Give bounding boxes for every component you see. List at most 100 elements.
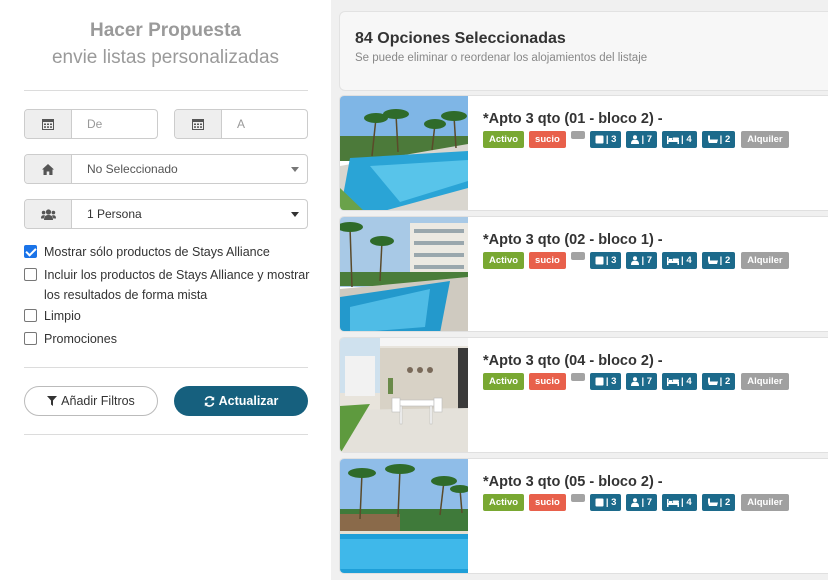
empty-badge	[570, 131, 585, 139]
sidebar-title: Hacer Propuesta	[89, 20, 241, 41]
checkbox-icon[interactable]	[24, 268, 37, 281]
listing-photo[interactable]	[340, 96, 468, 211]
checkbox-stays-alliance-only[interactable]: Mostrar sólo productos de Stays Alliance	[24, 242, 270, 262]
checkbox-clean[interactable]: Limpio	[24, 306, 81, 326]
listing-card[interactable]: *Apto 3 qto (05 - bloco 2) - Activo suci…	[339, 458, 828, 574]
update-button[interactable]: Actualizar	[174, 386, 308, 416]
listing-card[interactable]: *Apto 3 qto (04 - bloco 2) - Activo suci…	[339, 337, 828, 453]
guests-badge: | 7	[626, 373, 658, 390]
sidebar-subtitle: envie listas personalizadas	[51, 47, 280, 68]
guests-select[interactable]: 1 Persona	[24, 199, 308, 229]
baths-count: | 2	[719, 134, 731, 145]
bed-icon	[667, 499, 680, 507]
chevron-down-icon[interactable]	[283, 200, 307, 228]
baths-count: | 2	[719, 255, 731, 266]
listing-photo[interactable]	[340, 459, 468, 574]
bath-icon	[707, 377, 718, 385]
proposal-sidebar: Hacer Propuesta envie listas personaliza…	[0, 0, 331, 580]
users-icon	[25, 200, 72, 228]
chevron-down-icon[interactable]	[283, 155, 307, 183]
date-to-field[interactable]: A	[174, 109, 308, 139]
calendar-icon	[25, 110, 72, 138]
beds-count: | 4	[681, 497, 692, 508]
add-filters-button[interactable]: Añadir Filtros	[24, 386, 158, 416]
type-badge: Alquiler	[741, 131, 789, 148]
guests-count: | 7	[641, 255, 653, 266]
person-icon	[631, 256, 640, 265]
date-from-placeholder[interactable]: De	[72, 110, 157, 138]
door-icon	[595, 498, 604, 507]
checkbox-label-line2: los resultados de forma mista	[44, 288, 208, 302]
person-icon	[631, 377, 640, 386]
baths-count: | 2	[719, 497, 731, 508]
rooms-count: | 3	[605, 255, 617, 266]
bath-icon	[707, 135, 718, 143]
baths-badge: | 2	[701, 252, 736, 269]
beds-badge: | 4	[662, 494, 697, 511]
checkbox-label: Mostrar sólo productos de Stays Alliance	[44, 245, 270, 259]
bed-icon	[667, 257, 680, 265]
type-badge: Alquiler	[741, 252, 789, 269]
listing-badges: Activo sucio | 3 | 7 | 4 | 2 Alquiler	[483, 252, 789, 269]
type-badge: Alquiler	[741, 494, 789, 511]
update-label: Actualizar	[218, 394, 279, 408]
listing-photo[interactable]	[340, 217, 468, 332]
empty-badge	[570, 252, 585, 260]
rooms-count: | 3	[605, 497, 617, 508]
listing-name[interactable]: *Apto 3 qto (05 - bloco 2) -	[483, 474, 663, 490]
person-icon	[631, 498, 640, 507]
baths-badge: | 2	[701, 494, 736, 511]
door-icon	[595, 135, 604, 144]
door-icon	[595, 377, 604, 386]
beds-count: | 4	[681, 134, 692, 145]
listing-name[interactable]: *Apto 3 qto (04 - bloco 2) -	[483, 353, 663, 369]
checkbox-promotions[interactable]: Promociones	[24, 329, 117, 349]
date-from-field[interactable]: De	[24, 109, 158, 139]
bed-icon	[667, 378, 680, 386]
checkbox-icon[interactable]	[24, 309, 37, 322]
rooms-badge: | 3	[589, 131, 622, 148]
rooms-badge: | 3	[589, 494, 622, 511]
property-select-value: No Seleccionado	[87, 162, 178, 176]
date-to-placeholder[interactable]: A	[222, 110, 307, 138]
listing-badges: Activo sucio | 3 | 7 | 4 | 2 Alquiler	[483, 131, 789, 148]
listing-card[interactable]: *Apto 3 qto (02 - bloco 1) - Activo suci…	[339, 216, 828, 332]
guests-badge: | 7	[626, 252, 658, 269]
home-icon	[25, 155, 72, 183]
baths-badge: | 2	[701, 131, 736, 148]
rooms-badge: | 3	[589, 252, 622, 269]
cleaning-badge: sucio	[529, 131, 566, 148]
refresh-icon	[204, 395, 214, 407]
guests-count: | 7	[641, 497, 653, 508]
guests-select-value: 1 Persona	[87, 207, 142, 221]
baths-count: | 2	[719, 376, 731, 387]
listing-name[interactable]: *Apto 3 qto (02 - bloco 1) -	[483, 232, 663, 248]
bath-icon	[707, 256, 718, 264]
checkbox-include-mixed[interactable]: Incluir los productos de Stays Alliance …	[24, 265, 309, 305]
checkbox-label: Limpio	[44, 309, 81, 323]
listing-card[interactable]: *Apto 3 qto (01 - bloco 2) - Activo suci…	[339, 95, 828, 211]
listing-badges: Activo sucio | 3 | 7 | 4 | 2 Alquiler	[483, 373, 789, 390]
person-icon	[631, 135, 640, 144]
checkbox-checked-icon[interactable]	[24, 245, 37, 258]
checkbox-label: Promociones	[44, 332, 117, 346]
listing-name[interactable]: *Apto 3 qto (01 - bloco 2) -	[483, 111, 663, 127]
baths-badge: | 2	[701, 373, 736, 390]
guests-badge: | 7	[626, 131, 658, 148]
results-header: 84 Opciones Seleccionadas Se puede elimi…	[339, 11, 828, 91]
beds-badge: | 4	[662, 252, 697, 269]
type-badge: Alquiler	[741, 373, 789, 390]
property-select[interactable]: No Seleccionado	[24, 154, 308, 184]
cleaning-badge: sucio	[529, 252, 566, 269]
add-filters-label: Añadir Filtros	[61, 394, 135, 408]
filter-icon	[47, 396, 58, 406]
status-badge: Activo	[483, 252, 525, 269]
bath-icon	[707, 498, 718, 506]
listing-badges: Activo sucio | 3 | 7 | 4 | 2 Alquiler	[483, 494, 789, 511]
rooms-badge: | 3	[589, 373, 622, 390]
checkbox-icon[interactable]	[24, 332, 37, 345]
divider	[24, 434, 308, 435]
listing-photo[interactable]	[340, 338, 468, 453]
empty-badge	[570, 373, 585, 381]
beds-badge: | 4	[662, 131, 697, 148]
